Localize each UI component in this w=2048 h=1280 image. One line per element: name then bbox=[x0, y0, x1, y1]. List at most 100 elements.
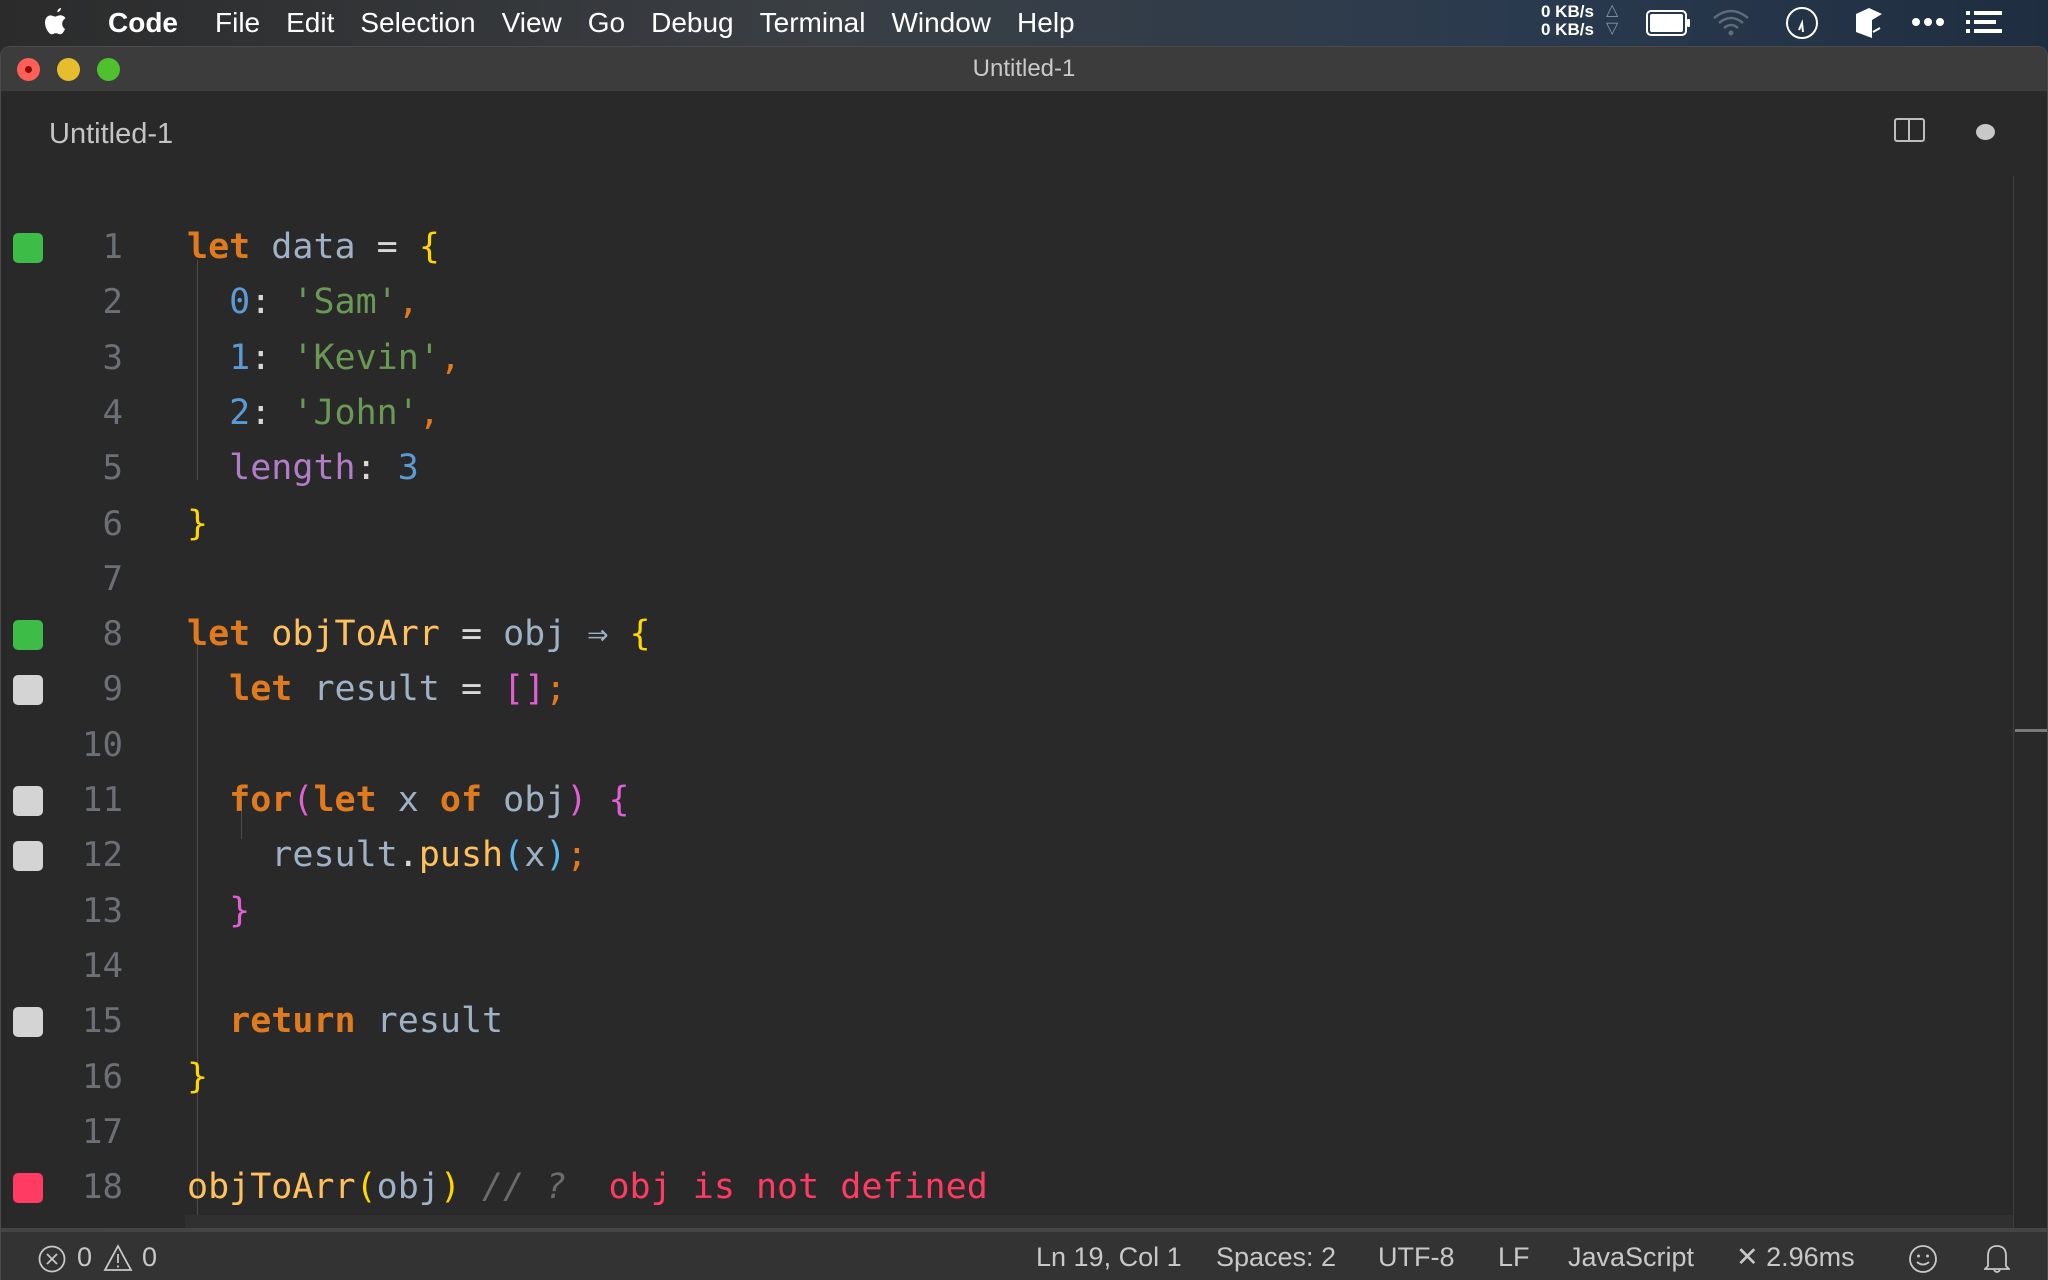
menu-window[interactable]: Window bbox=[878, 7, 1004, 39]
feedback-smiley-icon[interactable] bbox=[1908, 1244, 1938, 1274]
line-code[interactable] bbox=[185, 552, 2013, 607]
minimize-window-button[interactable] bbox=[57, 58, 80, 81]
code-line[interactable]: 16} bbox=[1, 1050, 2013, 1105]
code-line[interactable]: 17 bbox=[1, 1105, 2013, 1160]
net-upload-speed: 0 KB/s bbox=[1541, 2, 1594, 21]
code-line[interactable]: 8 let objToArr = obj ⇒ { bbox=[1, 607, 2013, 662]
token-operator bbox=[482, 780, 503, 820]
wifi-icon[interactable] bbox=[1711, 7, 1751, 37]
code-line[interactable]: 7 bbox=[1, 552, 2013, 607]
menu-help[interactable]: Help bbox=[1004, 7, 1088, 39]
line-number: 14 bbox=[82, 945, 123, 986]
token-number-literal: 1 bbox=[229, 337, 251, 378]
menu-selection[interactable]: Selection bbox=[347, 7, 488, 39]
line-code[interactable]: result.push(x); bbox=[185, 828, 2013, 883]
line-code[interactable]: return result bbox=[185, 994, 2013, 1049]
more-icon[interactable] bbox=[1911, 16, 1945, 28]
code-line[interactable]: 14 bbox=[1, 939, 2013, 994]
file-encoding[interactable]: UTF-8 bbox=[1378, 1242, 1455, 1273]
token-bracket: ( bbox=[292, 780, 314, 820]
line-code[interactable]: for(let x of obj) { bbox=[185, 773, 2013, 828]
battery-icon[interactable] bbox=[1646, 10, 1692, 36]
cursor-position[interactable]: Ln 19, Col 1 bbox=[1036, 1242, 1182, 1273]
list-icon[interactable] bbox=[1966, 11, 2002, 33]
notifications-bell-icon[interactable] bbox=[1984, 1242, 2010, 1274]
code-line[interactable]: 10 bbox=[1, 718, 2013, 773]
menu-edit[interactable]: Edit bbox=[273, 7, 347, 39]
split-editor-icon[interactable] bbox=[1894, 118, 1925, 142]
token-inline-error-message: obj is not defined bbox=[608, 1167, 988, 1208]
token-operator bbox=[356, 1001, 377, 1041]
code-line[interactable]: 6} bbox=[1, 497, 2013, 552]
token-punctuation: , bbox=[397, 282, 419, 323]
code-editor[interactable]: 1 let data = {2 0: 'Sam', 3 1: 'Kevin', 4 2… bbox=[1, 176, 2047, 1271]
clock-icon[interactable] bbox=[1785, 6, 1819, 40]
code-line[interactable]: 15 return result bbox=[1, 994, 2013, 1049]
warning-icon[interactable] bbox=[103, 1244, 133, 1272]
line-number: 10 bbox=[82, 724, 123, 765]
editor-tab-bar: Untitled-1 bbox=[1, 91, 2047, 176]
code-line[interactable]: 12 result.push(x); bbox=[1, 828, 2013, 883]
line-number: 4 bbox=[102, 392, 123, 433]
token-operator bbox=[461, 1167, 482, 1207]
line-code[interactable]: 0: 'Sam', bbox=[185, 275, 2013, 330]
maximize-window-button[interactable] bbox=[97, 58, 120, 81]
close-window-button[interactable] bbox=[17, 58, 40, 81]
line-code[interactable]: let result = []; bbox=[185, 662, 2013, 717]
warning-count[interactable]: 0 bbox=[142, 1242, 157, 1273]
line-code[interactable]: let objToArr = obj ⇒ { bbox=[185, 607, 2013, 662]
code-line[interactable]: 1 let data = { bbox=[1, 220, 2013, 275]
network-speed[interactable]: 0 KB/s 0 KB/s bbox=[1541, 3, 1594, 39]
token-punctuation: ; bbox=[566, 835, 588, 876]
line-code[interactable]: length: 3 bbox=[185, 441, 2013, 496]
line-ending[interactable]: LF bbox=[1498, 1242, 1530, 1273]
menu-view[interactable]: View bbox=[489, 7, 575, 39]
token-string-literal: 'Sam' bbox=[292, 282, 398, 323]
line-code[interactable]: let data = { bbox=[185, 220, 2013, 275]
code-line[interactable]: 5 length: 3 bbox=[1, 441, 2013, 496]
line-code[interactable]: objToArr(obj) // ? obj is not defined bbox=[185, 1160, 2013, 1215]
line-number: 11 bbox=[82, 780, 123, 820]
unsaved-changes-dot-icon[interactable] bbox=[1976, 124, 1995, 140]
code-line[interactable]: 9 let result = []; bbox=[1, 662, 2013, 717]
line-code[interactable]: } bbox=[185, 497, 2013, 552]
line-code[interactable]: 2: 'John', bbox=[185, 386, 2013, 441]
token-function-name: objToArr bbox=[187, 1167, 356, 1208]
token-identifier: x bbox=[397, 780, 419, 820]
tab-untitled-1[interactable]: Untitled-1 bbox=[49, 118, 173, 151]
code-line[interactable]: 11 for(let x of obj) { bbox=[1, 773, 2013, 828]
vertical-scrollbar[interactable] bbox=[2013, 176, 2047, 1228]
menu-terminal[interactable]: Terminal bbox=[747, 7, 879, 39]
line-code[interactable]: 1: 'Kevin', bbox=[185, 331, 2013, 386]
error-icon[interactable] bbox=[38, 1245, 66, 1273]
line-code[interactable]: } bbox=[185, 1050, 2013, 1105]
error-count[interactable]: 0 bbox=[77, 1242, 92, 1273]
cube-app-icon[interactable] bbox=[1854, 6, 1884, 40]
code-line[interactable]: 2 0: 'Sam', bbox=[1, 275, 2013, 330]
token-operator bbox=[250, 227, 271, 267]
code-line[interactable]: 3 1: 'Kevin', bbox=[1, 331, 2013, 386]
menu-items: Code File Edit Selection View Go Debug T… bbox=[108, 0, 1088, 45]
token-operator bbox=[250, 614, 271, 654]
code-line[interactable]: 18 objToArr(obj) // ? obj is not defined bbox=[1, 1160, 2013, 1215]
token-bracket: } bbox=[229, 890, 251, 931]
apple-logo-icon[interactable] bbox=[42, 6, 70, 38]
token-bracket: } bbox=[187, 503, 209, 544]
line-code[interactable]: } bbox=[185, 884, 2013, 939]
line-code[interactable] bbox=[185, 718, 2013, 773]
quokka-timing[interactable]: ✕ 2.96ms bbox=[1736, 1242, 1855, 1273]
menu-debug[interactable]: Debug bbox=[638, 7, 747, 39]
code-line[interactable]: 13 } bbox=[1, 884, 2013, 939]
window-titlebar[interactable]: Untitled-1 bbox=[1, 47, 2047, 91]
token-operator: : bbox=[250, 392, 293, 433]
menu-go[interactable]: Go bbox=[575, 7, 638, 39]
token-bracket: ( bbox=[503, 835, 525, 876]
indentation-setting[interactable]: Spaces: 2 bbox=[1216, 1242, 1336, 1273]
menu-file[interactable]: File bbox=[202, 7, 273, 39]
line-code[interactable] bbox=[185, 1105, 2013, 1160]
token-bracket: { bbox=[418, 227, 440, 267]
line-code[interactable] bbox=[185, 939, 2013, 994]
code-line[interactable]: 4 2: 'John', bbox=[1, 386, 2013, 441]
menu-app-code[interactable]: Code bbox=[108, 7, 202, 39]
language-mode[interactable]: JavaScript bbox=[1568, 1242, 1694, 1273]
